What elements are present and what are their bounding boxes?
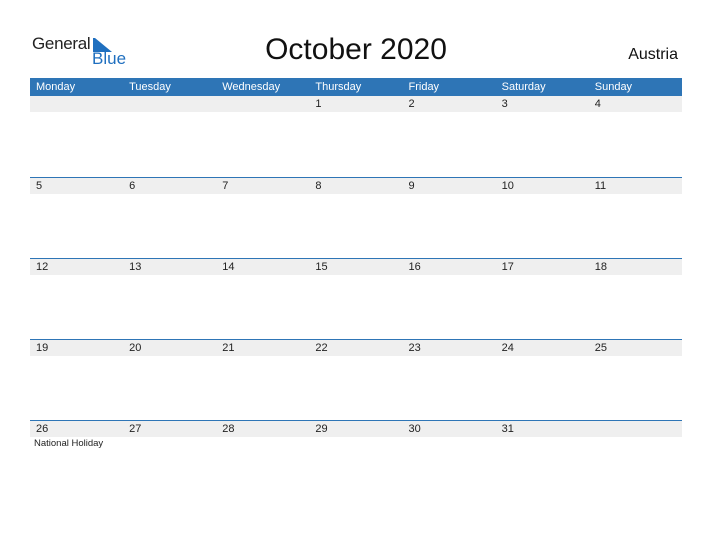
day-cell: 11 [594, 180, 607, 192]
weekday-sunday: Sunday [594, 81, 633, 93]
day-cell [123, 96, 216, 112]
day-cell: 4 [594, 98, 601, 110]
weekday-wednesday: Wednesday [222, 81, 281, 93]
day-cell: 27 [129, 423, 142, 435]
weekday-monday: Monday [36, 81, 76, 93]
holiday-note [496, 437, 589, 451]
day-cell: 2 [408, 98, 415, 110]
holiday-note: National Holiday [34, 438, 104, 449]
day-cell: 26 [36, 423, 49, 435]
day-cell: 9 [408, 180, 415, 192]
day-cell: 14 [222, 261, 235, 273]
day-cell: 12 [36, 261, 49, 273]
day-cell: 22 [315, 342, 328, 354]
day-cell: 3 [501, 98, 508, 110]
calendar-grid: Monday Tuesday Wednesday Thursday Friday… [30, 78, 682, 501]
day-cell: 21 [222, 342, 235, 354]
holiday-note [123, 437, 216, 451]
holiday-note [216, 437, 309, 451]
holiday-note [589, 437, 682, 451]
day-cell: 19 [36, 342, 49, 354]
day-cell: 16 [408, 261, 421, 273]
day-cell: 25 [594, 342, 607, 354]
day-cell: 23 [408, 342, 421, 354]
week-row-5: 26 27 28 29 30 31 National Holiday [30, 420, 682, 501]
calendar-title: October 2020 [265, 33, 447, 66]
weekday-header: Monday Tuesday Wednesday Thursday Friday… [30, 78, 682, 96]
day-cell: 15 [315, 261, 328, 273]
day-cell: 1 [315, 98, 322, 110]
day-cell: 13 [129, 261, 142, 273]
day-cell [589, 421, 682, 437]
day-cell: 18 [594, 261, 607, 273]
day-cell: 6 [129, 180, 136, 192]
week-row-4: 19 20 21 22 23 24 25 [30, 339, 682, 420]
day-cell: 10 [501, 180, 514, 192]
day-cell: 17 [501, 261, 514, 273]
day-cell [30, 96, 123, 112]
country-label: Austria [628, 46, 678, 63]
weekday-tuesday: Tuesday [129, 81, 171, 93]
day-cell: 31 [501, 423, 514, 435]
day-cell: 30 [408, 423, 421, 435]
holiday-note [309, 437, 402, 451]
day-cell: 7 [222, 180, 229, 192]
day-cell [216, 96, 309, 112]
day-cell: 29 [315, 423, 328, 435]
week-row-3: 12 13 14 15 16 17 18 [30, 258, 682, 339]
day-cell: 8 [315, 180, 322, 192]
weekday-friday: Friday [408, 81, 440, 93]
week-row-1: 1 2 3 4 [30, 96, 682, 177]
day-cell: 28 [222, 423, 235, 435]
holiday-note [403, 437, 496, 451]
day-cell: 24 [501, 342, 514, 354]
week-row-2: 5 6 7 8 9 10 11 [30, 177, 682, 258]
day-cell: 5 [36, 180, 43, 192]
weekday-thursday: Thursday [315, 81, 362, 93]
day-cell: 20 [129, 342, 142, 354]
weekday-saturday: Saturday [501, 81, 546, 93]
